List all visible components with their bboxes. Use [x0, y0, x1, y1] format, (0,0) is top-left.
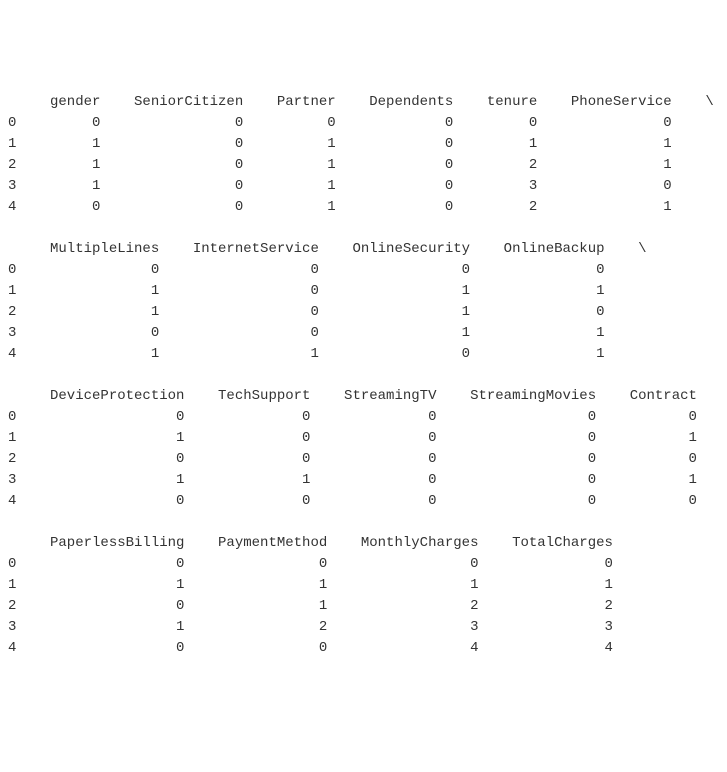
- dataframe-text: gender SeniorCitizen Partner Dependents …: [8, 94, 727, 656]
- dataframe-output: gender SeniorCitizen Partner Dependents …: [8, 92, 719, 659]
